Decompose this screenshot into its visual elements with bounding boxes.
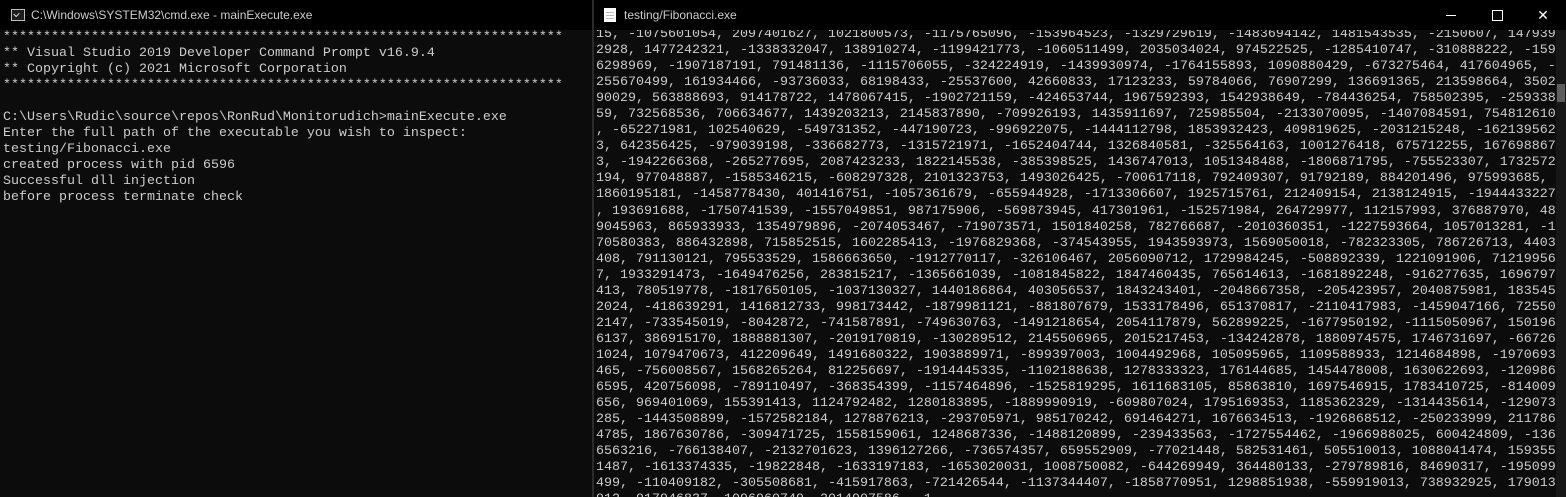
fibonacci-window[interactable]: testing/Fibonacci.exe ✕ 15, -1075601054,…: [594, 0, 1566, 497]
maximize-icon: [1491, 9, 1503, 21]
maximize-button[interactable]: [1474, 0, 1520, 30]
minimize-icon: [1446, 14, 1456, 16]
cmd-window-title: C:\Windows\SYSTEM32\cmd.exe - mainExecut…: [31, 8, 313, 22]
fibonacci-titlebar[interactable]: testing/Fibonacci.exe ✕: [594, 0, 1566, 30]
document-icon: [604, 8, 616, 22]
console-app-icon: [11, 9, 25, 21]
fibonacci-console-output[interactable]: 15, -1075601054, 2097401627, 1021800573,…: [594, 27, 1566, 497]
scrollbar-thumb[interactable]: [1557, 84, 1565, 102]
close-button[interactable]: ✕: [1520, 0, 1566, 30]
fibonacci-window-title: testing/Fibonacci.exe: [624, 8, 737, 22]
window-controls: ✕: [1428, 0, 1566, 30]
cmd-console-output[interactable]: ****************************************…: [0, 30, 592, 207]
close-icon: ✕: [1537, 6, 1549, 23]
vertical-scrollbar[interactable]: [1556, 30, 1566, 497]
cmd-titlebar[interactable]: C:\Windows\SYSTEM32\cmd.exe - mainExecut…: [0, 0, 592, 30]
cmd-window[interactable]: C:\Windows\SYSTEM32\cmd.exe - mainExecut…: [0, 0, 592, 497]
minimize-button[interactable]: [1428, 0, 1474, 30]
